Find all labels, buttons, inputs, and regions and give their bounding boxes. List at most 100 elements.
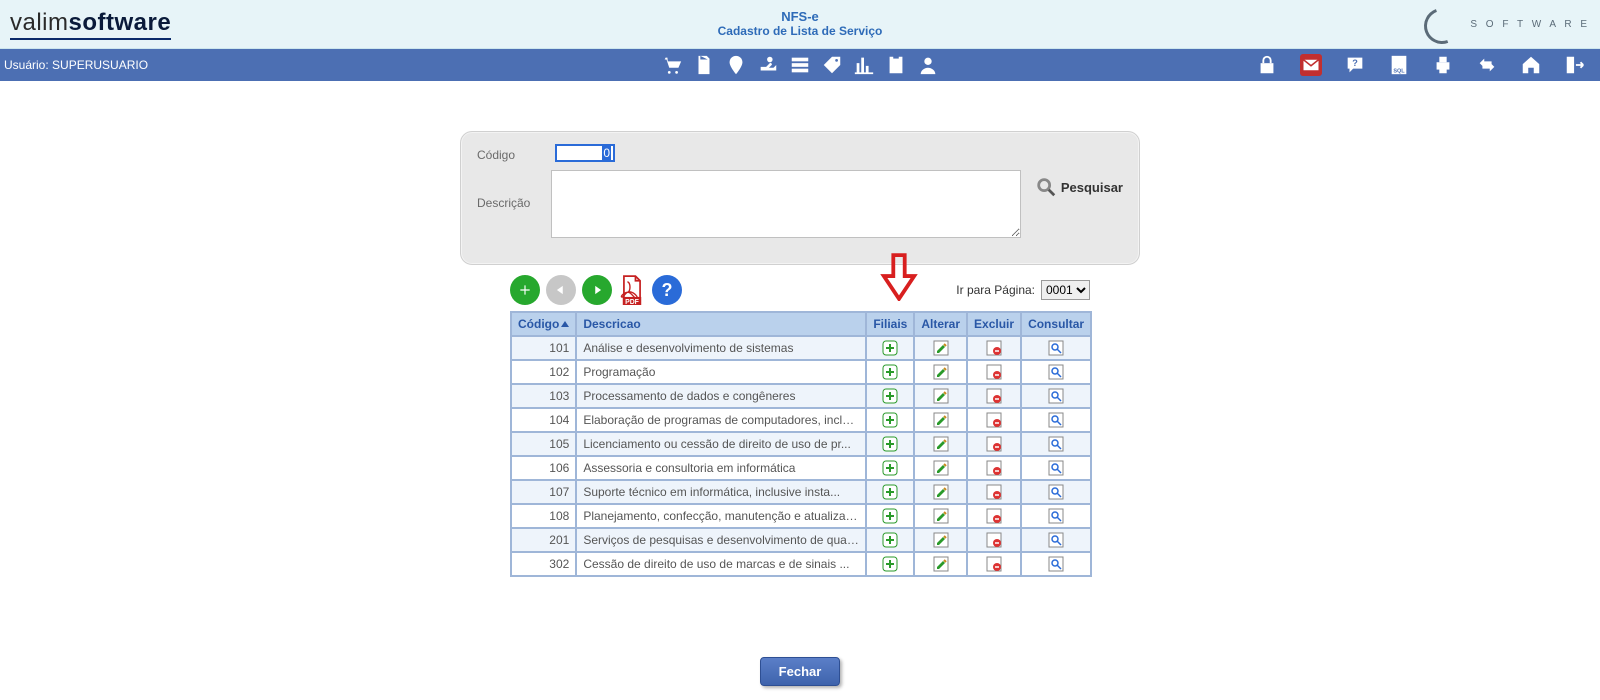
brand-right-sub: S O F T W A R E	[1470, 19, 1590, 30]
lock-icon[interactable]	[1256, 54, 1278, 76]
prev-page-button[interactable]	[546, 275, 576, 305]
alterar-button[interactable]	[933, 436, 949, 452]
table-row: 104Elaboração de programas de computador…	[511, 408, 1091, 432]
table-row: 108Planejamento, confecção, manutenção e…	[511, 504, 1091, 528]
excluir-button[interactable]	[986, 364, 1002, 380]
alterar-button[interactable]	[933, 340, 949, 356]
close-button[interactable]: Fechar	[760, 657, 841, 686]
cell-descricao: Serviços de pesquisas e desenvolvimento …	[576, 528, 866, 552]
excluir-button[interactable]	[986, 484, 1002, 500]
alterar-button[interactable]	[933, 364, 949, 380]
chart-icon[interactable]	[853, 54, 875, 76]
filiais-button[interactable]	[882, 436, 898, 452]
tag-icon[interactable]	[821, 54, 843, 76]
pesquisar-button[interactable]: Pesquisar	[1035, 170, 1123, 198]
map-icon[interactable]	[725, 54, 747, 76]
excluir-button[interactable]	[986, 388, 1002, 404]
consultar-button[interactable]	[1048, 484, 1064, 500]
codigo-input[interactable]: 0	[555, 144, 615, 162]
help-bubble-icon[interactable]: ?	[1344, 54, 1366, 76]
filiais-button[interactable]	[882, 532, 898, 548]
excluir-button[interactable]	[986, 508, 1002, 524]
filiais-button[interactable]	[882, 388, 898, 404]
cell-descricao: Elaboração de programas de computadores,…	[576, 408, 866, 432]
col-consultar[interactable]: Consultar	[1021, 312, 1091, 336]
cell-descricao: Análise e desenvolvimento de sistemas	[576, 336, 866, 360]
filiais-button[interactable]	[882, 340, 898, 356]
table-row: 103Processamento de dados e congêneres	[511, 384, 1091, 408]
cell-codigo: 107	[511, 480, 576, 504]
col-filiais[interactable]: Filiais	[866, 312, 914, 336]
print-icon[interactable]	[1432, 54, 1454, 76]
col-codigo[interactable]: Código	[511, 312, 576, 336]
money-hand-icon[interactable]	[757, 54, 779, 76]
excluir-button[interactable]	[986, 556, 1002, 572]
excluir-button[interactable]	[986, 436, 1002, 452]
consultar-button[interactable]	[1048, 364, 1064, 380]
cell-codigo: 302	[511, 552, 576, 576]
excluir-button[interactable]	[986, 532, 1002, 548]
sql-icon[interactable]: SQL	[1388, 54, 1410, 76]
excluir-button[interactable]	[986, 460, 1002, 476]
consultar-button[interactable]	[1048, 340, 1064, 356]
user-icon[interactable]	[917, 54, 939, 76]
alterar-button[interactable]	[933, 556, 949, 572]
alterar-button[interactable]	[933, 388, 949, 404]
add-button[interactable]	[510, 275, 540, 305]
export-pdf-button[interactable]: PDF	[618, 275, 646, 305]
cell-codigo: 104	[511, 408, 576, 432]
consultar-button[interactable]	[1048, 556, 1064, 572]
filiais-button[interactable]	[882, 508, 898, 524]
home-icon[interactable]	[1520, 54, 1542, 76]
cart-icon[interactable]	[661, 54, 683, 76]
pager-select[interactable]: 0001	[1041, 280, 1090, 300]
toolbar-center-icons	[661, 54, 939, 76]
service-list-table: Código Descricao Filiais Alterar Excluir…	[510, 311, 1092, 577]
cell-descricao: Licenciamento ou cessão de direito de us…	[576, 432, 866, 456]
table-row: 105Licenciamento ou cessão de direito de…	[511, 432, 1091, 456]
col-descricao[interactable]: Descricao	[576, 312, 866, 336]
content-area: Código 0 Descrição Pesquisar PDF ? Ir pa…	[0, 81, 1600, 686]
consultar-button[interactable]	[1048, 436, 1064, 452]
cell-codigo: 103	[511, 384, 576, 408]
sync-icon[interactable]	[1476, 54, 1498, 76]
clipboard-icon[interactable]	[885, 54, 907, 76]
col-alterar[interactable]: Alterar	[914, 312, 967, 336]
help-button[interactable]: ?	[652, 275, 682, 305]
alterar-button[interactable]	[933, 532, 949, 548]
filiais-button[interactable]	[882, 484, 898, 500]
stack-icon[interactable]	[789, 54, 811, 76]
consultar-button[interactable]	[1048, 388, 1064, 404]
header-band: valimsoftware NFS-e Cadastro de Lista de…	[0, 0, 1600, 49]
descricao-textarea[interactable]	[551, 170, 1021, 238]
excluir-button[interactable]	[986, 340, 1002, 356]
alterar-button[interactable]	[933, 508, 949, 524]
filiais-button[interactable]	[882, 460, 898, 476]
brand-logo-left: valimsoftware	[10, 9, 171, 40]
consultar-button[interactable]	[1048, 412, 1064, 428]
mail-icon[interactable]	[1300, 54, 1322, 76]
consultar-button[interactable]	[1048, 532, 1064, 548]
toolbar-right-icons: ? SQL	[1256, 54, 1596, 76]
codigo-input-value: 0	[602, 146, 611, 160]
cell-codigo: 102	[511, 360, 576, 384]
consultar-button[interactable]	[1048, 508, 1064, 524]
excluir-button[interactable]	[986, 412, 1002, 428]
consultar-button[interactable]	[1048, 460, 1064, 476]
filiais-button[interactable]	[882, 556, 898, 572]
alterar-button[interactable]	[933, 460, 949, 476]
filiais-button[interactable]	[882, 364, 898, 380]
cell-descricao: Processamento de dados e congêneres	[576, 384, 866, 408]
table-row: 102Programação	[511, 360, 1091, 384]
documents-icon[interactable]	[693, 54, 715, 76]
alterar-button[interactable]	[933, 484, 949, 500]
table-row: 101Análise e desenvolvimento de sistemas	[511, 336, 1091, 360]
swoosh-icon	[1418, 6, 1464, 42]
cell-codigo: 106	[511, 456, 576, 480]
alterar-button[interactable]	[933, 412, 949, 428]
filiais-button[interactable]	[882, 412, 898, 428]
next-page-button[interactable]	[582, 275, 612, 305]
col-excluir[interactable]: Excluir	[967, 312, 1021, 336]
exit-icon[interactable]	[1564, 54, 1586, 76]
svg-text:PDF: PDF	[625, 299, 639, 305]
